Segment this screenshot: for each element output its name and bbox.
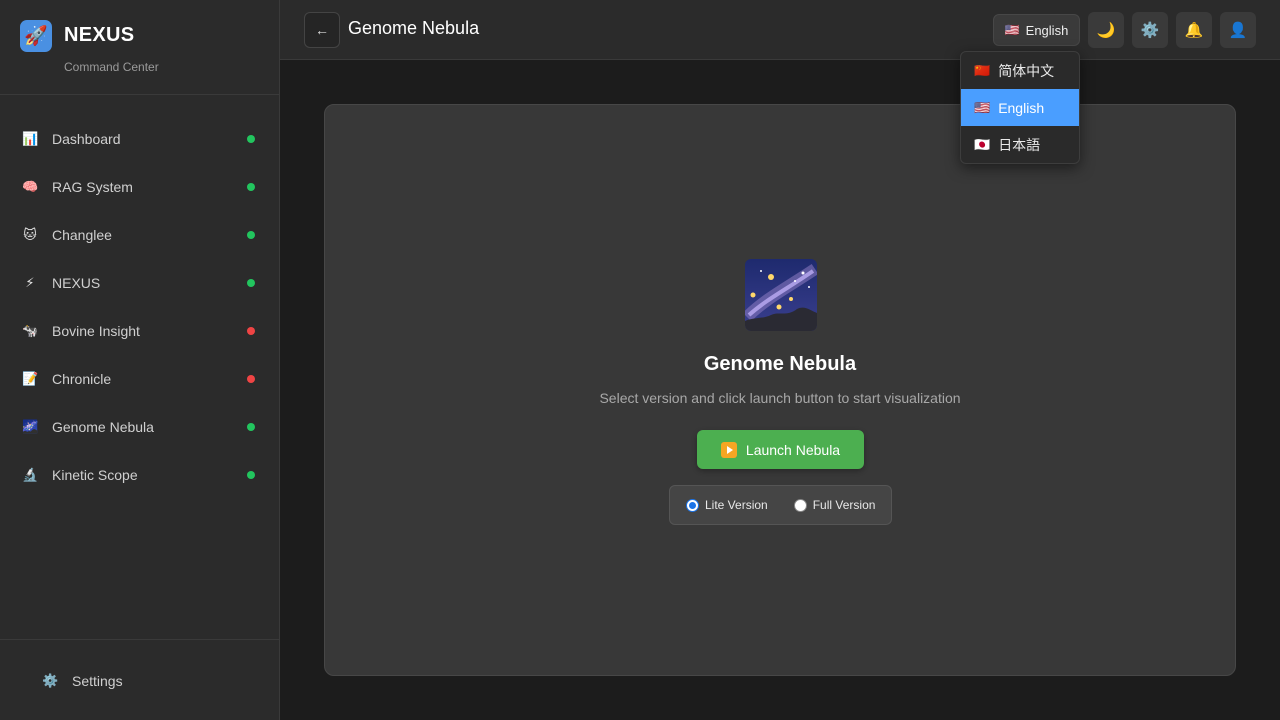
bell-icon: 🔔 — [1184, 22, 1204, 39]
status-dot — [247, 423, 255, 431]
us-flag-icon: 🇺🇸 — [1004, 23, 1020, 37]
language-option-label: 简体中文 — [998, 62, 1055, 79]
language-option-japanese[interactable]: 🇯🇵 日本語 — [961, 126, 1079, 163]
brand-area: 🚀 NEXUS Command Center — [0, 0, 279, 95]
status-dot — [247, 471, 255, 479]
theme-toggle-button[interactable]: 🌙 — [1088, 12, 1124, 48]
header-settings-button[interactable]: ⚙️ — [1132, 12, 1168, 48]
language-option-english[interactable]: 🇺🇸 English — [961, 89, 1079, 126]
language-option-chinese[interactable]: 🇨🇳 简体中文 — [961, 52, 1079, 89]
back-button[interactable]: ← — [304, 12, 340, 48]
language-dropdown: 🇨🇳 简体中文 🇺🇸 English 🇯🇵 日本語 — [960, 51, 1080, 164]
lite-version-radio[interactable] — [686, 498, 699, 512]
full-version-radio[interactable] — [793, 498, 807, 512]
sidebar-item-kinetic-scope[interactable]: 🔬 Kinetic Scope — [0, 451, 279, 499]
full-version-option[interactable]: Full Version — [793, 498, 876, 512]
gear-icon: ⚙️ — [42, 673, 59, 688]
language-option-label: English — [998, 99, 1045, 116]
sidebar-item-changlee[interactable]: 🐱 Changlee — [0, 211, 279, 259]
version-selector: Lite Version Full Version — [669, 485, 892, 525]
microscope-icon: 🔬 — [22, 467, 39, 482]
sidebar-item-dashboard[interactable]: 📊 Dashboard — [0, 115, 279, 163]
sidebar-item-label: Chronicle — [52, 371, 112, 387]
milky-way-icon — [745, 259, 817, 331]
lite-version-option[interactable]: Lite Version — [686, 498, 768, 512]
sidebar-item-chronicle[interactable]: 📝 Chronicle — [0, 355, 279, 403]
sidebar-item-label: RAG System — [52, 179, 133, 195]
sidebar-item-label: Kinetic Scope — [52, 467, 138, 483]
sidebar-item-settings[interactable]: ⚙️ Settings — [42, 673, 123, 689]
launch-card: Genome Nebula Select version and click l… — [324, 104, 1236, 676]
launch-button-label: Launch Nebula — [745, 441, 841, 458]
brand-name: NEXUS — [64, 24, 135, 46]
language-selector-button[interactable]: 🇺🇸 English — [993, 14, 1080, 46]
status-dot — [247, 231, 255, 239]
lite-version-label: Lite Version — [705, 498, 768, 512]
cn-flag-icon: 🇨🇳 — [974, 62, 991, 78]
milky-way-icon: 🌌 — [22, 419, 39, 434]
sidebar-item-nexus[interactable]: ⚡ NEXUS — [0, 259, 279, 307]
top-header: ← Genome Nebula 🇺🇸 English 🌙 ⚙️ 🔔 👤 — [280, 0, 1280, 60]
play-icon — [720, 441, 737, 458]
us-flag-icon: 🇺🇸 — [974, 99, 991, 115]
memo-icon: 📝 — [22, 371, 39, 386]
sidebar-item-rag-system[interactable]: 🧠 RAG System — [0, 163, 279, 211]
bar-chart-icon: 📊 — [22, 131, 39, 146]
rocket-icon: 🚀 — [20, 20, 52, 52]
sidebar-item-genome-nebula[interactable]: 🌌 Genome Nebula — [0, 403, 279, 451]
status-dot — [247, 327, 255, 335]
user-icon: 👤 — [1228, 22, 1248, 39]
language-option-label: 日本語 — [998, 136, 1041, 153]
status-dot — [247, 375, 255, 383]
status-dot — [247, 135, 255, 143]
cat-icon: 🐱 — [23, 227, 37, 242]
card-subtitle: Select version and click launch button t… — [599, 390, 961, 406]
launch-nebula-button[interactable]: Launch Nebula — [697, 430, 864, 469]
sidebar-item-label: Genome Nebula — [52, 419, 154, 435]
card-title: Genome Nebula — [703, 353, 857, 375]
full-version-label: Full Version — [812, 498, 876, 512]
sidebar: 🚀 NEXUS Command Center 📊 Dashboard 🧠 RAG… — [0, 0, 280, 720]
language-current-label: English — [1025, 22, 1069, 38]
sidebar-nav: 📊 Dashboard 🧠 RAG System 🐱 Changlee ⚡ NE… — [0, 115, 279, 499]
status-dot — [247, 183, 255, 191]
sidebar-footer: ⚙️ Settings — [0, 639, 279, 720]
status-dot — [247, 279, 255, 287]
sidebar-item-label: Dashboard — [52, 131, 121, 147]
sidebar-item-label: NEXUS — [52, 275, 101, 291]
sidebar-item-label: Bovine Insight — [52, 323, 140, 339]
brain-icon: 🧠 — [22, 179, 39, 194]
page-title: Genome Nebula — [348, 18, 480, 38]
sidebar-item-label: Settings — [72, 673, 123, 689]
moon-icon: 🌙 — [1096, 22, 1116, 39]
sidebar-item-bovine-insight[interactable]: 🐄 Bovine Insight — [0, 307, 279, 355]
notifications-button[interactable]: 🔔 — [1176, 12, 1212, 48]
lightning-icon: ⚡ — [25, 275, 35, 290]
sidebar-item-label: Changlee — [52, 227, 112, 243]
gear-icon: ⚙️ — [1140, 22, 1160, 39]
cow-icon: 🐄 — [22, 323, 39, 338]
profile-button[interactable]: 👤 — [1220, 12, 1256, 48]
brand-subtitle: Command Center — [64, 60, 159, 74]
jp-flag-icon: 🇯🇵 — [974, 136, 991, 152]
